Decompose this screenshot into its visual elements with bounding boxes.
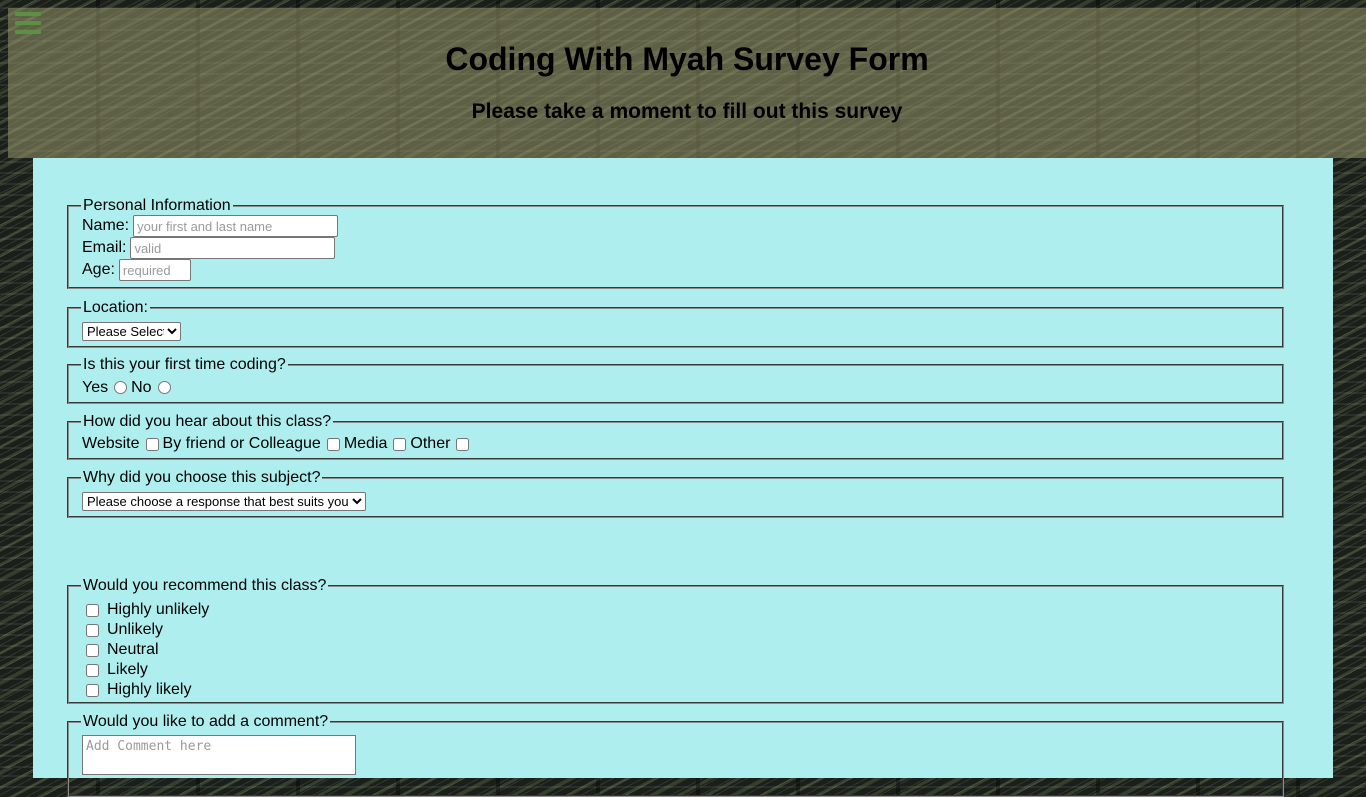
other-label: Other (410, 435, 451, 452)
recommend-fieldset: Would you recommend this class? Highly u… (67, 577, 1284, 704)
recommend-checkbox-highly-likely[interactable] (86, 683, 99, 697)
age-label: Age: (82, 261, 115, 278)
website-checkbox[interactable] (145, 437, 159, 451)
recommend-checkbox-unlikely[interactable] (86, 623, 99, 637)
heard-fieldset: How did you hear about this class? Websi… (67, 413, 1284, 460)
recommend-label-unlikely: Unlikely (107, 621, 164, 638)
email-input[interactable] (130, 237, 336, 259)
recommend-label-highly-unlikely: Highly unlikely (107, 601, 210, 618)
friend-label: By friend or Colleague (162, 435, 321, 452)
first-time-fieldset: Is this your first time coding? Yes No (67, 356, 1284, 404)
why-select[interactable]: Please choose a response that best suits… (82, 491, 366, 511)
recommend-checkbox-highly-unlikely[interactable] (86, 603, 99, 617)
email-label: Email: (82, 239, 127, 256)
yes-radio[interactable] (114, 381, 128, 394)
page-header: Coding With Myah Survey Form Please take… (8, 8, 1366, 158)
why-legend: Why did you choose this subject? (83, 469, 321, 486)
recommend-legend: Would you recommend this class? (83, 577, 327, 594)
personal-info-fieldset: Personal Information Name: Email: Age: (67, 197, 1284, 289)
age-input[interactable] (118, 259, 191, 281)
page-subtitle: Please take a moment to fill out this su… (471, 100, 903, 123)
page-title: Coding With Myah Survey Form (445, 41, 929, 77)
personal-info-legend: Personal Information (83, 197, 231, 214)
location-select[interactable]: Please Select (82, 321, 181, 341)
name-label: Name: (82, 217, 130, 234)
recommend-checkbox-neutral[interactable] (86, 643, 99, 657)
media-label: Media (343, 435, 388, 452)
website-label: Website (82, 435, 140, 452)
other-checkbox[interactable] (456, 437, 470, 451)
comment-textarea[interactable] (82, 735, 356, 775)
first-time-legend: Is this your first time coding? (83, 356, 286, 373)
comment-legend: Would you like to add a comment? (83, 713, 329, 730)
recommend-label-highly-likely: Highly likely (107, 681, 192, 698)
comment-fieldset: Would you like to add a comment? (67, 713, 1284, 797)
survey-form: Personal Information Name: Email: Age: L… (33, 158, 1333, 797)
recommend-label-likely: Likely (107, 661, 148, 678)
heard-legend: How did you hear about this class? (83, 413, 332, 430)
no-label: No (131, 378, 152, 396)
recommend-checkbox-likely[interactable] (86, 663, 99, 677)
location-fieldset: Location: Please Select (67, 299, 1284, 348)
yes-label: Yes (82, 378, 109, 396)
location-legend: Location: (83, 299, 148, 316)
why-fieldset: Why did you choose this subject? Please … (67, 469, 1284, 518)
no-radio[interactable] (157, 381, 171, 394)
name-input[interactable] (133, 215, 339, 237)
media-checkbox[interactable] (393, 437, 407, 451)
recommend-label-neutral: Neutral (107, 641, 159, 658)
friend-checkbox[interactable] (326, 437, 340, 451)
